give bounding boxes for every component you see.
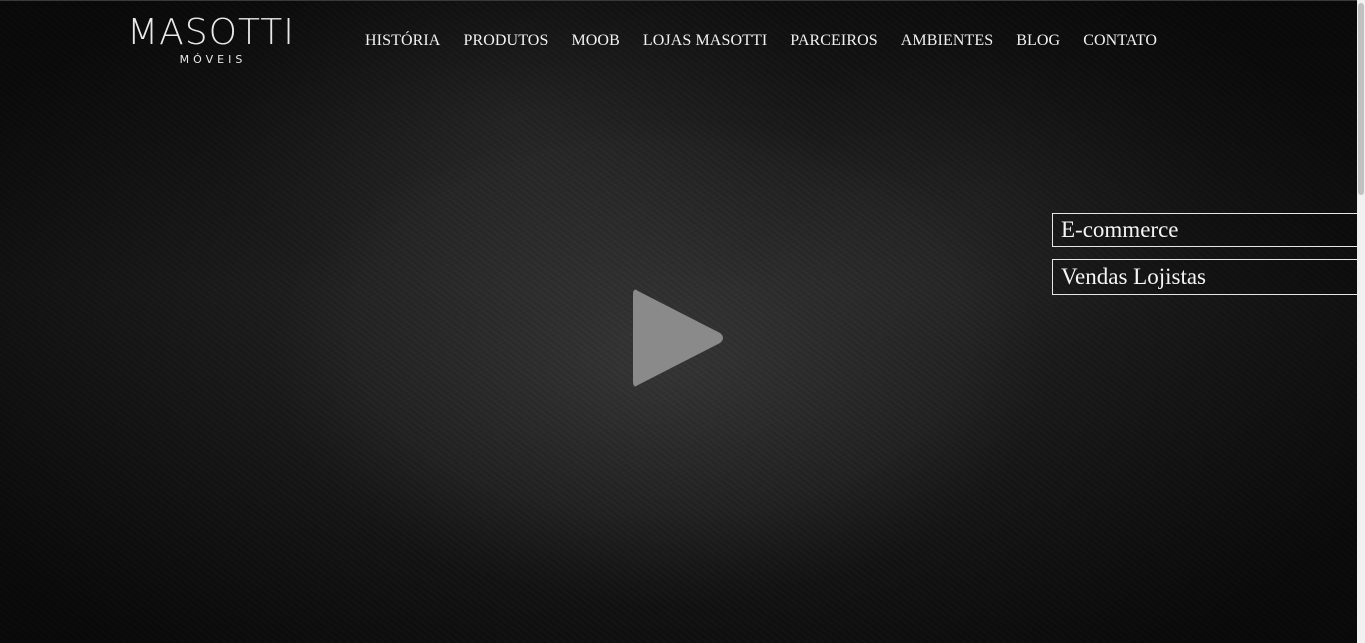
brand-name: MASOTTI: [127, 12, 295, 53]
top-border: [0, 0, 1365, 1]
nav-item-contato[interactable]: CONTATO: [1083, 30, 1157, 52]
nav-item-ambientes[interactable]: AMBIENTES: [901, 30, 993, 52]
page: MASOTTI MÓVEIS HISTÓRIA PRODUTOS MOOB LO…: [0, 0, 1365, 643]
brand-tagline: MÓVEIS: [179, 53, 247, 66]
ecommerce-button[interactable]: E-commerce: [1052, 213, 1357, 247]
nav-item-parceiros[interactable]: PARCEIROS: [790, 30, 877, 52]
video-play-button[interactable]: [628, 283, 728, 393]
brand-logo[interactable]: MASOTTI MÓVEIS: [121, 12, 301, 67]
scrollbar-thumb[interactable]: [1358, 3, 1364, 195]
scrollbar[interactable]: [1357, 0, 1365, 643]
nav-item-lojas-masotti[interactable]: LOJAS MASOTTI: [643, 30, 767, 52]
nav-item-moob[interactable]: MOOB: [571, 30, 619, 52]
nav-item-blog[interactable]: BLOG: [1016, 30, 1060, 52]
nav-item-produtos[interactable]: PRODUTOS: [463, 30, 548, 52]
vendas-lojistas-button[interactable]: Vendas Lojistas: [1052, 259, 1357, 295]
play-icon: [633, 289, 723, 387]
main-nav: HISTÓRIA PRODUTOS MOOB LOJAS MASOTTI PAR…: [365, 30, 1157, 52]
nav-item-historia[interactable]: HISTÓRIA: [365, 30, 440, 52]
